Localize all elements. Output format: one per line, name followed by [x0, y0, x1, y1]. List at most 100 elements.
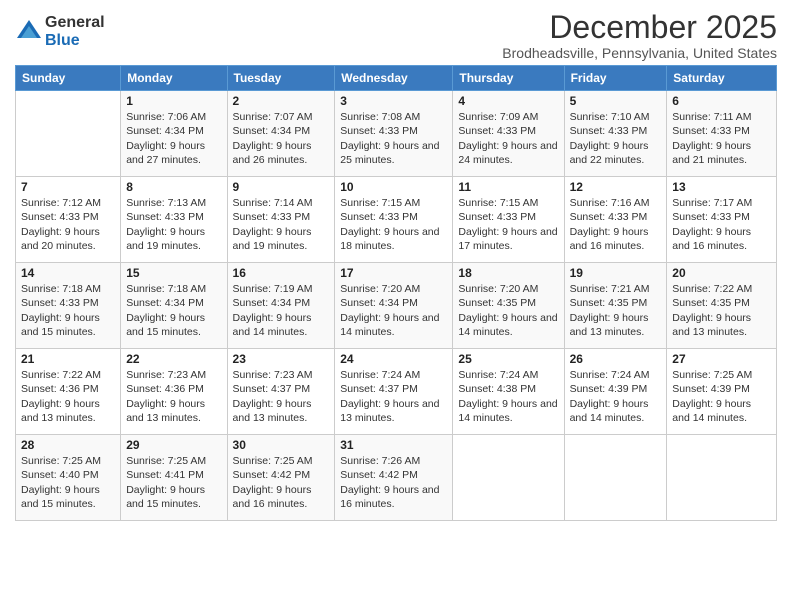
- day-number: 11: [458, 180, 558, 194]
- day-number: 26: [570, 352, 662, 366]
- day-cell: 12 Sunrise: 7:16 AMSunset: 4:33 PMDayligh…: [564, 177, 667, 263]
- week-row-2: 14 Sunrise: 7:18 AMSunset: 4:33 PMDayligh…: [16, 263, 777, 349]
- day-number: 12: [570, 180, 662, 194]
- day-info: Sunrise: 7:10 AMSunset: 4:33 PMDaylight:…: [570, 110, 662, 167]
- day-cell: 19 Sunrise: 7:21 AMSunset: 4:35 PMDayligh…: [564, 263, 667, 349]
- main-title: December 2025: [502, 10, 777, 45]
- week-row-3: 21Sunrise: 7:22 AMSunset: 4:36 PMDayligh…: [16, 349, 777, 435]
- day-cell: 21Sunrise: 7:22 AMSunset: 4:36 PMDayligh…: [16, 349, 121, 435]
- day-number: 16: [233, 266, 330, 280]
- day-number: 4: [458, 94, 558, 108]
- day-info: Sunrise: 7:06 AMSunset: 4:34 PMDaylight:…: [126, 110, 221, 167]
- day-cell: 9 Sunrise: 7:14 AMSunset: 4:33 PMDaylight…: [227, 177, 335, 263]
- day-info: Sunrise: 7:24 AMSunset: 4:38 PMDaylight:…: [458, 368, 558, 425]
- day-cell: 11 Sunrise: 7:15 AMSunset: 4:33 PMDayligh…: [453, 177, 564, 263]
- col-sunday: Sunday: [16, 66, 121, 91]
- day-number: 27: [672, 352, 771, 366]
- day-cell: 25 Sunrise: 7:24 AMSunset: 4:38 PMDayligh…: [453, 349, 564, 435]
- header-row: Sunday Monday Tuesday Wednesday Thursday…: [16, 66, 777, 91]
- day-info: Sunrise: 7:23 AMSunset: 4:36 PMDaylight:…: [126, 368, 221, 425]
- day-cell: 2 Sunrise: 7:07 AMSunset: 4:34 PMDaylight…: [227, 91, 335, 177]
- day-info: Sunrise: 7:08 AMSunset: 4:33 PMDaylight:…: [340, 110, 447, 167]
- day-number: 13: [672, 180, 771, 194]
- day-info: Sunrise: 7:22 AMSunset: 4:35 PMDaylight:…: [672, 282, 771, 339]
- logo-blue-label: Blue: [45, 32, 105, 50]
- logo-icon: [15, 18, 43, 46]
- week-row-1: 7Sunrise: 7:12 AMSunset: 4:33 PMDaylight…: [16, 177, 777, 263]
- day-cell: [564, 435, 667, 521]
- logo-general-label: General: [45, 14, 105, 32]
- day-cell: 4 Sunrise: 7:09 AMSunset: 4:33 PMDaylight…: [453, 91, 564, 177]
- day-number: 19: [570, 266, 662, 280]
- day-number: 31: [340, 438, 447, 452]
- day-info: Sunrise: 7:12 AMSunset: 4:33 PMDaylight:…: [21, 196, 115, 253]
- day-cell: 7Sunrise: 7:12 AMSunset: 4:33 PMDaylight…: [16, 177, 121, 263]
- day-number: 14: [21, 266, 115, 280]
- logo: General Blue: [15, 14, 105, 49]
- day-cell: 18Sunrise: 7:20 AMSunset: 4:35 PMDayligh…: [453, 263, 564, 349]
- col-tuesday: Tuesday: [227, 66, 335, 91]
- day-cell: 1 Sunrise: 7:06 AMSunset: 4:34 PMDaylight…: [121, 91, 227, 177]
- day-cell: 27Sunrise: 7:25 AMSunset: 4:39 PMDayligh…: [667, 349, 777, 435]
- logo-text: General Blue: [45, 14, 105, 49]
- calendar: Sunday Monday Tuesday Wednesday Thursday…: [15, 65, 777, 521]
- week-row-0: 1 Sunrise: 7:06 AMSunset: 4:34 PMDaylight…: [16, 91, 777, 177]
- col-saturday: Saturday: [667, 66, 777, 91]
- day-cell: 23Sunrise: 7:23 AMSunset: 4:37 PMDayligh…: [227, 349, 335, 435]
- day-cell: 14 Sunrise: 7:18 AMSunset: 4:33 PMDayligh…: [16, 263, 121, 349]
- day-number: 5: [570, 94, 662, 108]
- day-cell: 24 Sunrise: 7:24 AMSunset: 4:37 PMDayligh…: [335, 349, 453, 435]
- day-info: Sunrise: 7:16 AMSunset: 4:33 PMDaylight:…: [570, 196, 662, 253]
- day-info: Sunrise: 7:18 AMSunset: 4:34 PMDaylight:…: [126, 282, 221, 339]
- col-thursday: Thursday: [453, 66, 564, 91]
- day-cell: 15 Sunrise: 7:18 AMSunset: 4:34 PMDayligh…: [121, 263, 227, 349]
- day-cell: 30Sunrise: 7:25 AMSunset: 4:42 PMDayligh…: [227, 435, 335, 521]
- day-info: Sunrise: 7:20 AMSunset: 4:34 PMDaylight:…: [340, 282, 447, 339]
- title-block: December 2025 Brodheadsville, Pennsylvan…: [502, 10, 777, 61]
- day-info: Sunrise: 7:24 AMSunset: 4:37 PMDaylight:…: [340, 368, 447, 425]
- day-info: Sunrise: 7:14 AMSunset: 4:33 PMDaylight:…: [233, 196, 330, 253]
- header: General Blue December 2025 Brodheadsvill…: [15, 10, 777, 61]
- day-info: Sunrise: 7:18 AMSunset: 4:33 PMDaylight:…: [21, 282, 115, 339]
- day-info: Sunrise: 7:15 AMSunset: 4:33 PMDaylight:…: [458, 196, 558, 253]
- day-cell: 10Sunrise: 7:15 AMSunset: 4:33 PMDayligh…: [335, 177, 453, 263]
- day-number: 6: [672, 94, 771, 108]
- day-number: 25: [458, 352, 558, 366]
- day-number: 20: [672, 266, 771, 280]
- day-number: 21: [21, 352, 115, 366]
- day-info: Sunrise: 7:20 AMSunset: 4:35 PMDaylight:…: [458, 282, 558, 339]
- day-cell: 22 Sunrise: 7:23 AMSunset: 4:36 PMDayligh…: [121, 349, 227, 435]
- day-number: 8: [126, 180, 221, 194]
- day-number: 10: [340, 180, 447, 194]
- day-number: 28: [21, 438, 115, 452]
- day-cell: [667, 435, 777, 521]
- day-cell: [453, 435, 564, 521]
- day-cell: 3 Sunrise: 7:08 AMSunset: 4:33 PMDaylight…: [335, 91, 453, 177]
- day-info: Sunrise: 7:19 AMSunset: 4:34 PMDaylight:…: [233, 282, 330, 339]
- day-info: Sunrise: 7:09 AMSunset: 4:33 PMDaylight:…: [458, 110, 558, 167]
- week-row-4: 28Sunrise: 7:25 AMSunset: 4:40 PMDayligh…: [16, 435, 777, 521]
- day-cell: 31 Sunrise: 7:26 AMSunset: 4:42 PMDayligh…: [335, 435, 453, 521]
- day-cell: 6Sunrise: 7:11 AMSunset: 4:33 PMDaylight…: [667, 91, 777, 177]
- day-number: 29: [126, 438, 221, 452]
- day-number: 3: [340, 94, 447, 108]
- calendar-header: Sunday Monday Tuesday Wednesday Thursday…: [16, 66, 777, 91]
- day-info: Sunrise: 7:07 AMSunset: 4:34 PMDaylight:…: [233, 110, 330, 167]
- day-info: Sunrise: 7:21 AMSunset: 4:35 PMDaylight:…: [570, 282, 662, 339]
- day-number: 22: [126, 352, 221, 366]
- day-info: Sunrise: 7:24 AMSunset: 4:39 PMDaylight:…: [570, 368, 662, 425]
- page: General Blue December 2025 Brodheadsvill…: [0, 0, 792, 612]
- day-number: 9: [233, 180, 330, 194]
- day-number: 1: [126, 94, 221, 108]
- day-number: 2: [233, 94, 330, 108]
- day-info: Sunrise: 7:17 AMSunset: 4:33 PMDaylight:…: [672, 196, 771, 253]
- day-number: 24: [340, 352, 447, 366]
- day-info: Sunrise: 7:13 AMSunset: 4:33 PMDaylight:…: [126, 196, 221, 253]
- col-monday: Monday: [121, 66, 227, 91]
- day-cell: 20 Sunrise: 7:22 AMSunset: 4:35 PMDayligh…: [667, 263, 777, 349]
- day-info: Sunrise: 7:26 AMSunset: 4:42 PMDaylight:…: [340, 454, 447, 511]
- day-number: 15: [126, 266, 221, 280]
- day-cell: 26 Sunrise: 7:24 AMSunset: 4:39 PMDayligh…: [564, 349, 667, 435]
- day-cell: 8 Sunrise: 7:13 AMSunset: 4:33 PMDaylight…: [121, 177, 227, 263]
- day-cell: 29Sunrise: 7:25 AMSunset: 4:41 PMDayligh…: [121, 435, 227, 521]
